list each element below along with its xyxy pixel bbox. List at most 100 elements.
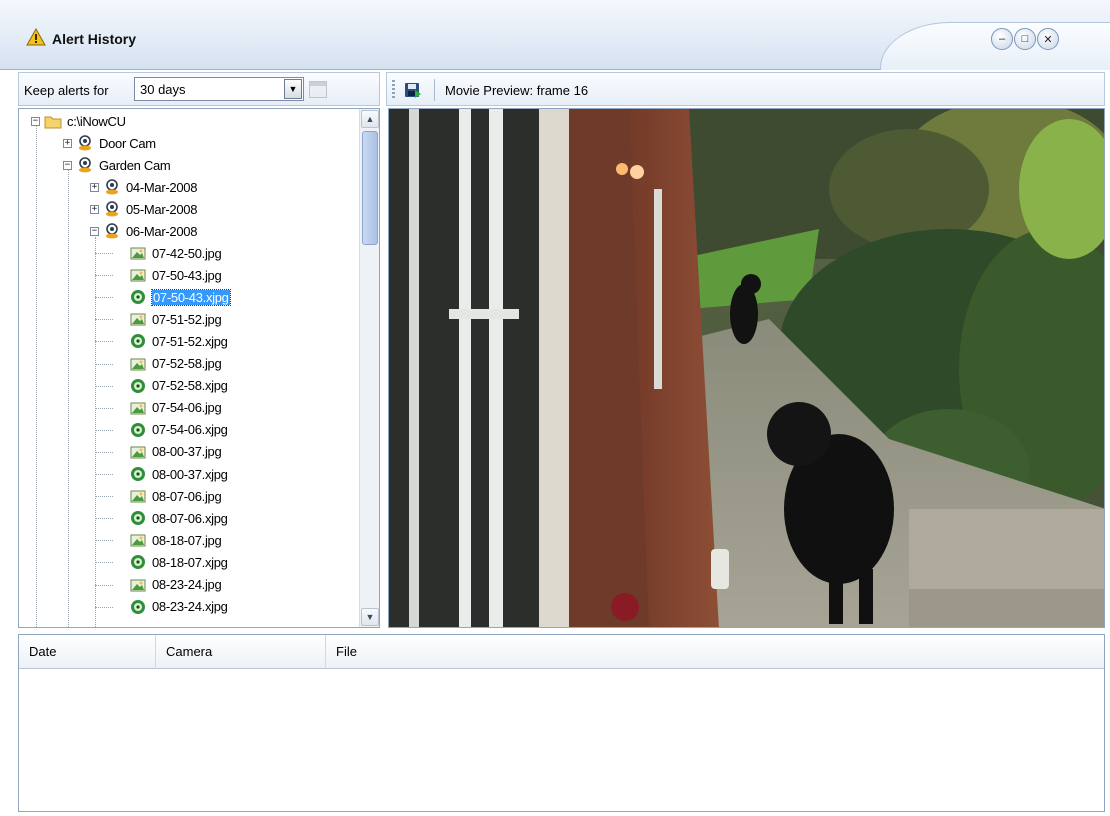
movie-file-icon bbox=[131, 334, 145, 349]
tree-label-file: 08-18-07.jpg bbox=[152, 532, 222, 548]
collapse-toggle[interactable]: − bbox=[31, 116, 40, 126]
tree-label-file: 08-00-37.xjpg bbox=[152, 466, 228, 482]
tree-line bbox=[95, 253, 113, 254]
tree-line bbox=[95, 562, 113, 564]
tree-node-date[interactable]: − 06-Mar-2008 bbox=[90, 221, 197, 241]
tree-label-camera: Garden Cam bbox=[99, 157, 171, 173]
maximize-icon: □ bbox=[1021, 33, 1029, 45]
tree-scrollbar[interactable]: ▲ ▼ bbox=[359, 109, 379, 627]
tree-node-file[interactable]: 07-50-43.xjpg bbox=[129, 287, 231, 307]
tree-node-file[interactable]: 07-52-58.xjpg bbox=[129, 376, 228, 396]
tree-node-file[interactable]: 08-23-24.xjpg bbox=[129, 597, 228, 617]
minimize-button[interactable]: – bbox=[991, 28, 1013, 50]
tree-node-root[interactable]: − c:\iNowCU bbox=[31, 111, 126, 131]
tree-line bbox=[95, 407, 113, 409]
tree-label-file: 08-07-06.xjpg bbox=[152, 510, 228, 526]
dropdown-arrow-button[interactable]: ▼ bbox=[284, 79, 302, 99]
tree-node-date[interactable]: + 05-Mar-2008 bbox=[90, 199, 197, 219]
tree-node-file[interactable]: 08-07-06.xjpg bbox=[129, 508, 228, 528]
alert-tree[interactable]: − c:\iNowCU + Door Cam − Garden Cam + 04… bbox=[19, 109, 359, 627]
alert-list-header: Date Camera File bbox=[19, 635, 1104, 669]
tree-node-camera[interactable]: + Door Cam bbox=[63, 133, 156, 153]
movie-file-icon bbox=[131, 422, 145, 437]
chevron-down-icon: ▼ bbox=[288, 84, 298, 94]
preview-toolbar: Movie Preview: frame 16 bbox=[386, 72, 1105, 106]
tree-label-file: 07-51-52.jpg bbox=[152, 311, 222, 327]
camera-icon bbox=[106, 223, 118, 239]
tree-line bbox=[95, 363, 113, 365]
tree-line bbox=[95, 518, 113, 520]
tree-node-camera[interactable]: − Garden Cam bbox=[63, 155, 171, 175]
tree-label-file: 07-50-43.jpg bbox=[152, 267, 222, 283]
tree-line bbox=[95, 606, 113, 608]
movie-file-icon bbox=[131, 467, 145, 481]
expand-toggle[interactable]: + bbox=[90, 182, 99, 192]
tree-node-file[interactable]: 07-51-52.xjpg bbox=[129, 331, 228, 351]
keep-alerts-label: Keep alerts for bbox=[24, 83, 109, 98]
tree-line bbox=[68, 169, 69, 627]
tree-line bbox=[95, 385, 113, 387]
tree-line bbox=[36, 123, 37, 627]
chevron-down-icon: ▼ bbox=[365, 612, 375, 622]
camera-icon bbox=[106, 179, 118, 195]
tree-label-file-selected: 07-50-43.xjpg bbox=[151, 288, 231, 306]
column-header-date[interactable]: Date bbox=[19, 635, 156, 669]
tree-line bbox=[95, 275, 113, 277]
tree-node-file[interactable]: 07-52-58.jpg bbox=[129, 354, 222, 374]
column-header-file[interactable]: File bbox=[326, 635, 1106, 669]
tree-label-file: 07-52-58.jpg bbox=[152, 356, 222, 371]
tree-node-file[interactable]: 07-54-06.xjpg bbox=[129, 420, 228, 440]
tree-label-file: 08-00-37.jpg bbox=[152, 444, 222, 460]
alert-tree-panel: − c:\iNowCU + Door Cam − Garden Cam + 04… bbox=[18, 108, 380, 628]
close-button[interactable]: ✕ bbox=[1037, 28, 1059, 50]
expand-toggle[interactable]: + bbox=[90, 204, 99, 214]
movie-file-icon bbox=[131, 599, 145, 614]
toolbar-grip[interactable] bbox=[392, 80, 395, 100]
calendar-icon bbox=[309, 81, 327, 98]
tree-node-file[interactable]: 08-18-07.jpg bbox=[129, 530, 222, 550]
tree-node-date[interactable]: + 04-Mar-2008 bbox=[90, 177, 197, 197]
tree-node-file[interactable]: 07-54-06.jpg bbox=[129, 398, 222, 418]
tree-node-file[interactable]: 07-50-43.jpg bbox=[129, 265, 222, 285]
expand-toggle[interactable]: + bbox=[63, 138, 72, 148]
scroll-thumb[interactable] bbox=[362, 131, 378, 245]
tree-label-file: 07-52-58.xjpg bbox=[152, 378, 228, 394]
image-file-icon bbox=[130, 579, 146, 591]
save-movie-icon[interactable] bbox=[404, 82, 422, 99]
tree-label-camera: Door Cam bbox=[99, 135, 156, 151]
image-file-icon bbox=[130, 313, 146, 326]
image-file-icon bbox=[130, 247, 146, 260]
tree-node-file[interactable]: 08-18-07.xjpg bbox=[129, 552, 228, 572]
tree-node-file[interactable]: 08-07-06.jpg bbox=[129, 486, 222, 506]
scroll-up-button[interactable]: ▲ bbox=[361, 110, 379, 128]
preview-frame-image bbox=[389, 109, 1104, 627]
image-file-icon bbox=[130, 269, 146, 282]
keep-alerts-combo[interactable]: 30 days ▼ bbox=[134, 77, 304, 101]
scroll-down-button[interactable]: ▼ bbox=[361, 608, 379, 626]
tree-line bbox=[95, 540, 113, 542]
tree-node-file[interactable]: 07-51-52.jpg bbox=[129, 309, 222, 329]
collapse-toggle[interactable]: − bbox=[90, 226, 99, 236]
title-bar: Alert History – □ ✕ bbox=[0, 0, 1110, 70]
tree-line bbox=[95, 429, 113, 431]
tree-line bbox=[95, 451, 113, 453]
maximize-button[interactable]: □ bbox=[1014, 28, 1036, 50]
alert-list[interactable]: Date Camera File bbox=[18, 634, 1105, 812]
tree-line bbox=[95, 297, 113, 299]
column-header-camera[interactable]: Camera bbox=[156, 635, 326, 669]
camera-icon bbox=[79, 135, 91, 151]
tree-node-file[interactable]: 08-23-24.jpg bbox=[129, 575, 222, 595]
tree-line bbox=[95, 474, 113, 475]
tree-node-file[interactable]: 08-00-37.xjpg bbox=[129, 464, 228, 484]
warning-icon bbox=[26, 28, 46, 46]
image-file-icon bbox=[130, 402, 146, 415]
tree-line bbox=[95, 237, 96, 627]
collapse-toggle[interactable]: − bbox=[63, 160, 72, 170]
movie-file-icon bbox=[131, 555, 145, 570]
tree-node-file[interactable]: 07-42-50.jpg bbox=[129, 243, 222, 263]
image-file-icon bbox=[130, 358, 146, 370]
tree-label-file: 08-23-24.jpg bbox=[152, 577, 222, 592]
folder-icon bbox=[44, 116, 62, 129]
preview-title: Movie Preview: frame 16 bbox=[445, 83, 589, 98]
tree-node-file[interactable]: 08-00-37.jpg bbox=[129, 442, 222, 462]
